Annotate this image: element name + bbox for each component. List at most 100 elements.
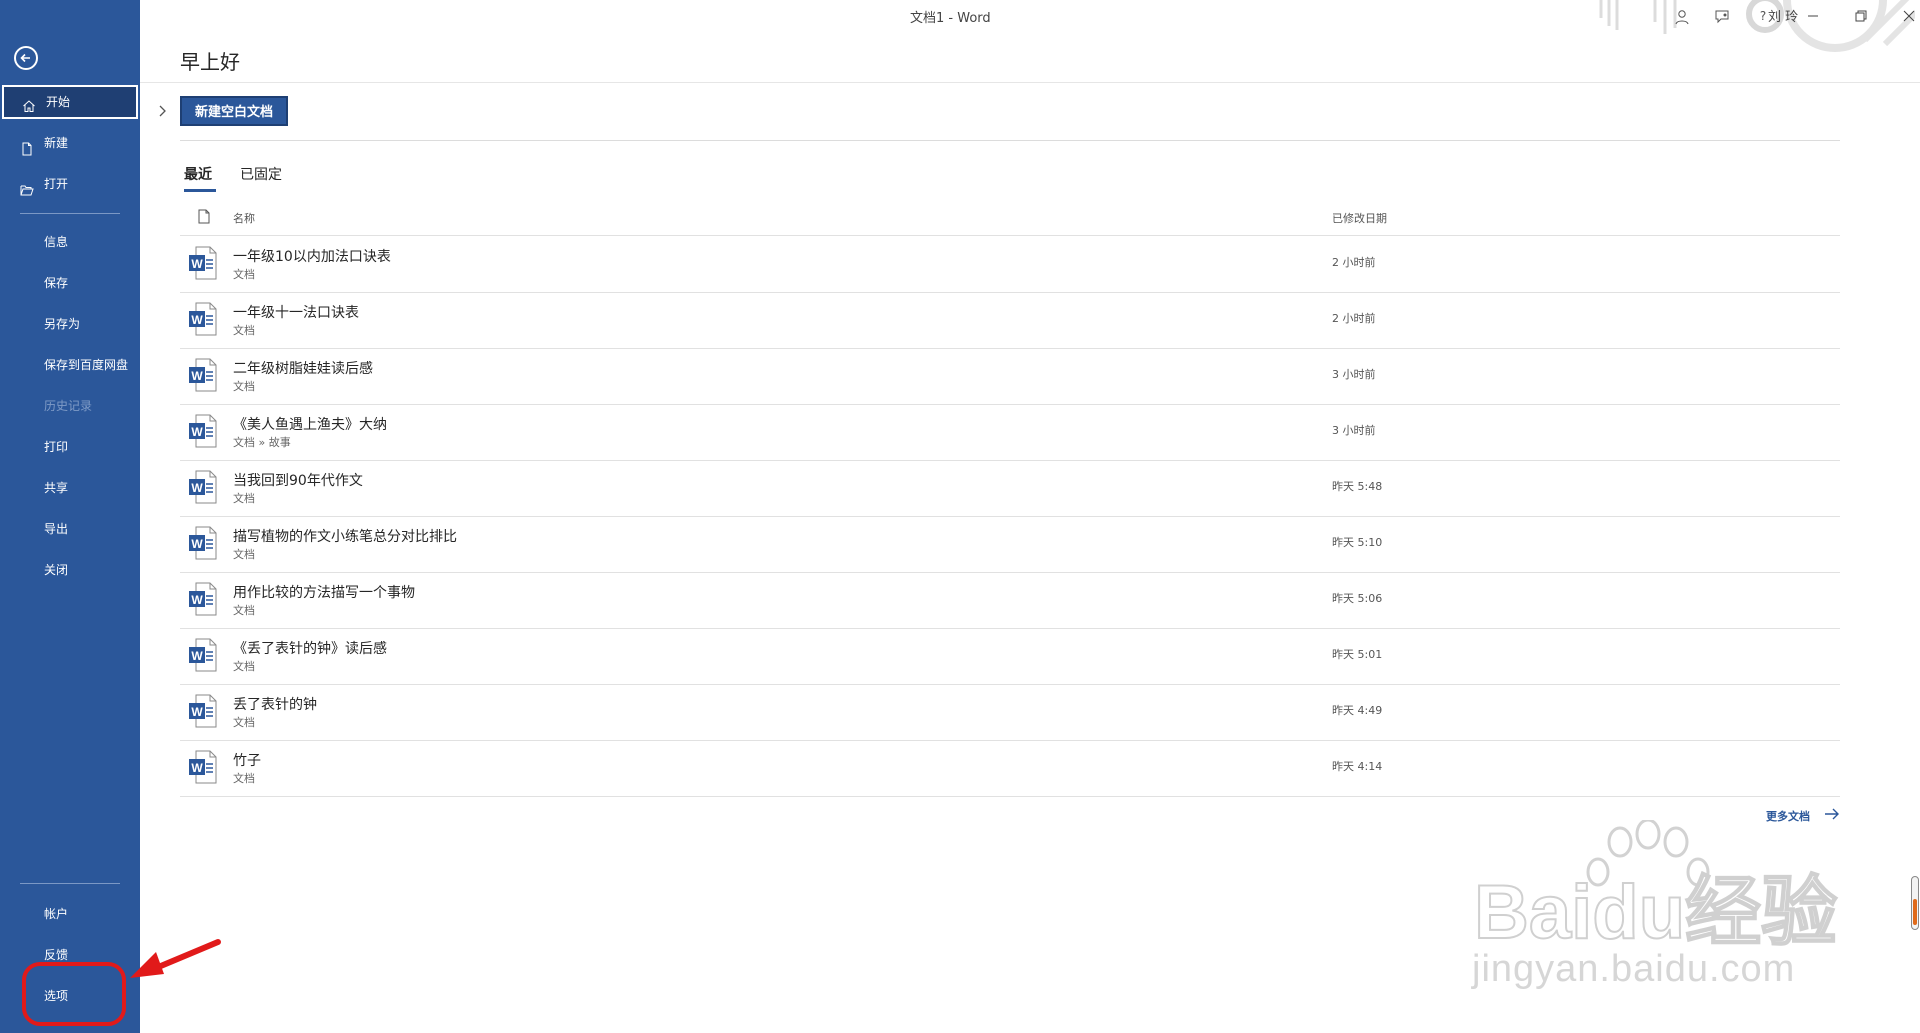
sidebar-item-mid-8[interactable]: 关闭 <box>0 553 140 587</box>
sidebar-item-bottom-0[interactable]: 帐户 <box>0 897 140 931</box>
back-arrow-icon[interactable] <box>14 46 38 70</box>
svg-text:W: W <box>191 705 203 719</box>
new-blank-document-button[interactable]: 新建空白文档 <box>180 96 288 126</box>
file-modified: 昨天 5:01 <box>1332 648 1383 661</box>
file-name: 一年级10以内加法口诀表 <box>233 249 391 265</box>
word-document-icon: W <box>188 694 218 728</box>
word-document-icon: W <box>188 358 218 392</box>
sidebar-item-mid-1[interactable]: 保存 <box>0 266 140 300</box>
sidebar-item-bottom-2[interactable]: 选项 <box>0 979 140 1013</box>
svg-text:W: W <box>191 257 203 271</box>
file-location: 文档 <box>233 380 255 393</box>
word-document-icon: W <box>188 470 218 504</box>
svg-text:W: W <box>191 369 203 383</box>
sidebar-divider <box>20 883 120 884</box>
file-name: 用作比较的方法描写一个事物 <box>233 585 415 601</box>
sidebar-item-label: 保存到百度网盘 <box>44 358 129 372</box>
sidebar-item-label: 反馈 <box>44 948 69 962</box>
sidebar-item-label: 打印 <box>44 440 69 454</box>
file-name: 丢了表针的钟 <box>233 697 317 713</box>
file-name: 当我回到90年代作文 <box>233 473 363 489</box>
svg-text:W: W <box>191 313 203 327</box>
red-arrow-annotation <box>130 939 221 978</box>
file-type-icon <box>198 209 210 224</box>
sidebar-item-top-2[interactable]: 打开 <box>0 167 140 201</box>
file-row[interactable]: W 一年级十一法口诀表 文档 2 小时前 <box>180 292 1840 348</box>
sidebar-item-mid-2[interactable]: 另存为 <box>0 307 140 341</box>
file-modified: 昨天 4:49 <box>1332 704 1383 717</box>
word-document-icon: W <box>188 750 218 784</box>
row-divider <box>180 796 1840 797</box>
file-modified: 昨天 5:10 <box>1332 536 1383 549</box>
file-location: 文档 <box>233 660 255 673</box>
file-row[interactable]: W 描写植物的作文小练笔总分对比排比 文档 昨天 5:10 <box>180 516 1840 572</box>
sidebar-item-label: 共享 <box>44 481 69 495</box>
file-row[interactable]: W 二年级树脂娃娃读后感 文档 3 小时前 <box>180 348 1840 404</box>
sidebar-item-mid-0[interactable]: 信息 <box>0 225 140 259</box>
sidebar-item-label: 新建 <box>44 136 69 150</box>
file-name: 一年级十一法口诀表 <box>233 305 359 321</box>
sidebar-item-top-0[interactable]: 开始 <box>2 85 138 119</box>
sidebar-item-top-1[interactable]: 新建 <box>0 126 140 160</box>
close-icon[interactable] <box>1896 3 1920 29</box>
document-title: 文档1 - Word <box>910 11 991 26</box>
sidebar-item-label: 导出 <box>44 522 69 536</box>
sidebar-item-bottom-1[interactable]: 反馈 <box>0 938 140 972</box>
sidebar-item-mid-7[interactable]: 导出 <box>0 512 140 546</box>
sidebar-item-mid-6[interactable]: 共享 <box>0 471 140 505</box>
tab-recent[interactable]: 最近 <box>184 164 212 184</box>
comments-icon[interactable] <box>1708 3 1734 29</box>
file-modified: 3 小时前 <box>1332 424 1376 437</box>
svg-text:W: W <box>191 425 203 439</box>
file-modified: 3 小时前 <box>1332 368 1376 381</box>
file-name: 《丢了表针的钟》读后感 <box>233 641 387 657</box>
help-icon[interactable]: ? <box>1750 3 1776 29</box>
file-name: 《美人鱼遇上渔夫》大纳 <box>233 417 387 433</box>
file-location: 文档 <box>233 772 255 785</box>
greeting-heading: 早上好 <box>180 50 240 74</box>
chevron-right-icon[interactable] <box>158 104 168 118</box>
word-document-icon: W <box>188 638 218 672</box>
arrow-right-icon[interactable] <box>1824 808 1840 820</box>
more-documents-link[interactable]: 更多文档 <box>1766 808 1810 824</box>
file-row[interactable]: W 当我回到90年代作文 文档 昨天 5:48 <box>180 460 1840 516</box>
file-location: 文档 » 故事 <box>233 436 291 449</box>
file-row[interactable]: W 丢了表针的钟 文档 昨天 4:49 <box>180 684 1840 740</box>
file-location: 文档 <box>233 268 255 281</box>
column-header-name[interactable]: 名称 <box>233 210 255 226</box>
file-row[interactable]: W 《美人鱼遇上渔夫》大纳 文档 » 故事 3 小时前 <box>180 404 1840 460</box>
column-header-modified[interactable]: 已修改日期 <box>1332 210 1387 226</box>
header-divider <box>140 82 1920 83</box>
sidebar-item-label: 选项 <box>44 989 69 1003</box>
sidebar-item-mid-3[interactable]: 保存到百度网盘 <box>0 348 140 382</box>
minimize-icon[interactable] <box>1800 3 1826 29</box>
file-name: 二年级树脂娃娃读后感 <box>233 361 373 377</box>
file-row[interactable]: W 用作比较的方法描写一个事物 文档 昨天 5:06 <box>180 572 1840 628</box>
sidebar-item-label: 保存 <box>44 276 69 290</box>
tab-pinned[interactable]: 已固定 <box>240 164 282 184</box>
restore-icon[interactable] <box>1848 3 1874 29</box>
word-document-icon: W <box>188 302 218 336</box>
sidebar-item-label: 信息 <box>44 235 69 249</box>
word-document-icon: W <box>188 582 218 616</box>
sidebar-item-label: 打开 <box>44 177 69 191</box>
file-row[interactable]: W 一年级10以内加法口诀表 文档 2 小时前 <box>180 236 1840 292</box>
file-modified: 2 小时前 <box>1332 256 1376 269</box>
file-modified: 昨天 5:48 <box>1332 480 1383 493</box>
file-location: 文档 <box>233 604 255 617</box>
file-row[interactable]: W 竹子 文档 昨天 4:14 <box>180 740 1840 796</box>
scrollbar-thumb[interactable] <box>1911 876 1919 930</box>
file-modified: 昨天 4:14 <box>1332 760 1383 773</box>
file-location: 文档 <box>233 324 255 337</box>
file-modified: 2 小时前 <box>1332 312 1376 325</box>
file-row[interactable]: W 《丢了表针的钟》读后感 文档 昨天 5:01 <box>180 628 1840 684</box>
sidebar-item-label: 帐户 <box>44 907 69 921</box>
sidebar-item-mid-5[interactable]: 打印 <box>0 430 140 464</box>
svg-text:W: W <box>191 593 203 607</box>
svg-text:W: W <box>191 649 203 663</box>
new-document-icon <box>20 135 34 156</box>
svg-text:W: W <box>191 481 203 495</box>
sidebar-item-label: 另存为 <box>44 317 81 331</box>
home-icon <box>22 94 36 112</box>
account-avatar-icon[interactable] <box>1668 3 1694 29</box>
